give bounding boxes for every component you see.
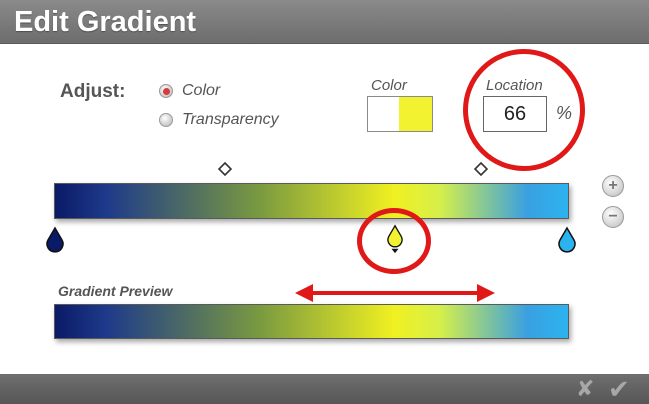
title-bar: Edit Gradient xyxy=(0,0,649,44)
radio-color-label[interactable]: Color xyxy=(182,82,220,100)
remove-stop-button[interactable]: − xyxy=(602,206,624,228)
location-highlight-ring xyxy=(463,49,585,171)
add-stop-button[interactable]: + xyxy=(602,175,624,197)
color-swatch[interactable] xyxy=(367,96,433,132)
footer-bar: ✘ ✔ xyxy=(0,374,649,404)
selected-stop-highlight-ring xyxy=(357,208,431,274)
radio-transparency[interactable] xyxy=(159,113,173,127)
gradient-preview-label: Gradient Preview xyxy=(58,283,173,299)
window-title: Edit Gradient xyxy=(14,6,197,38)
color-stop-left[interactable] xyxy=(45,226,65,256)
midpoint-diamond-icon[interactable] xyxy=(218,162,232,178)
color-stop-right[interactable] xyxy=(557,226,577,256)
cancel-button[interactable]: ✘ xyxy=(576,376,594,402)
color-swatch-selected xyxy=(399,97,432,131)
midpoint-diamond-icon[interactable] xyxy=(474,162,488,178)
double-arrow-icon xyxy=(295,284,495,302)
gradient-editor-bar[interactable] xyxy=(54,183,569,219)
adjust-label: Adjust: xyxy=(60,81,126,102)
ok-button[interactable]: ✔ xyxy=(608,374,630,404)
radio-color[interactable] xyxy=(159,84,173,98)
radio-transparency-label[interactable]: Transparency xyxy=(182,111,279,129)
color-label: Color xyxy=(371,77,407,94)
gradient-preview-bar xyxy=(54,304,569,339)
